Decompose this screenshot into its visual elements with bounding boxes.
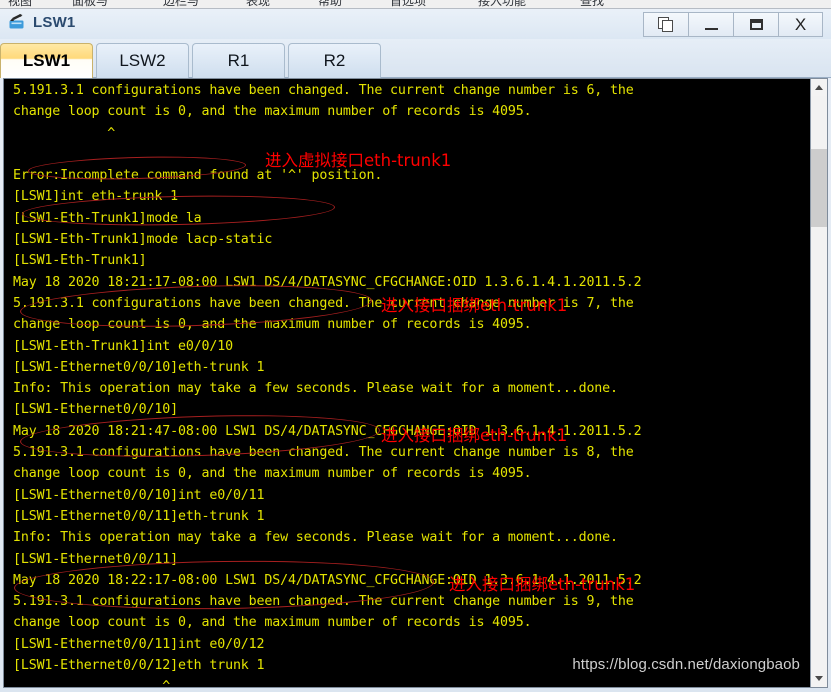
terminal-line: 5.191.3.1 configurations have been chang… (13, 594, 634, 610)
copy-window-button[interactable] (643, 12, 688, 37)
tab-label: R2 (323, 51, 346, 70)
terminal-line: change loop count is 0, and the maximum … (13, 466, 532, 482)
chevron-down-icon (815, 676, 823, 681)
terminal-line: May 18 2020 18:22:17-08:00 LSW1 DS/4/DAT… (13, 572, 642, 588)
terminal-line: ^ (13, 125, 116, 141)
tab-r2[interactable]: R2 (288, 43, 381, 78)
terminal-line: change loop count is 0, and the maximum … (13, 104, 532, 120)
chevron-up-icon (815, 85, 823, 90)
window-title: LSW1 (33, 13, 76, 31)
terminal-line: change loop count is 0, and the maximum … (13, 317, 532, 333)
tab-lsw2[interactable]: LSW2 (96, 43, 189, 78)
terminal-line: ^ (13, 679, 171, 687)
terminal-line: Error:Incomplete command found at '^' po… (13, 168, 383, 184)
parent-menu-item-2[interactable]: 边栏与 (163, 0, 199, 8)
parent-menu-item-7[interactable]: 查找 (580, 0, 604, 8)
tab-label: LSW1 (22, 51, 71, 70)
terminal-line: [LSW1-Ethernet0/0/11]int e0/0/12 (13, 636, 265, 652)
terminal-line: [LSW1-Eth-Trunk1]int e0/0/10 (13, 338, 233, 354)
switch-icon (7, 12, 27, 32)
terminal-line: [LSW1]int eth-trunk 1 (13, 189, 178, 205)
window-titlebar[interactable]: LSW1 X (0, 9, 831, 39)
tab-list: LSW1 LSW2 R1 R2 (0, 43, 381, 78)
copy-window-icon (658, 17, 674, 32)
parent-menu-item-0[interactable]: 视图 (8, 0, 32, 8)
parent-menu-item-6[interactable]: 接入功能 (478, 0, 526, 8)
maximize-button[interactable] (733, 12, 778, 37)
close-icon: X (794, 15, 807, 34)
parent-menubar: 视图 面板与 边栏与 表现 帮助 首选项 接入功能 查找 (0, 0, 831, 9)
tabstrip: LSW1 LSW2 R1 R2 (0, 39, 831, 78)
tab-label: R1 (227, 51, 250, 70)
terminal-frame: 5.191.3.1 configurations have been chang… (3, 78, 828, 688)
scroll-up-button[interactable] (811, 79, 827, 96)
terminal-line: 5.191.3.1 configurations have been chang… (13, 445, 634, 461)
terminal-line: May 18 2020 18:21:47-08:00 LSW1 DS/4/DAT… (13, 423, 642, 439)
terminal-line: [LSW1-Eth-Trunk1]mode la (13, 210, 202, 226)
terminal-line: Info: This operation may take a few seco… (13, 530, 618, 546)
window-bottom-edge (0, 688, 831, 692)
terminal-viewport[interactable]: 5.191.3.1 configurations have been chang… (4, 79, 810, 687)
maximize-icon (749, 19, 763, 30)
minimize-button[interactable] (688, 12, 733, 37)
parent-menu-item-5[interactable]: 首选项 (390, 0, 426, 8)
terminal-line: [LSW1-Ethernet0/0/11] (13, 551, 178, 567)
emulator-window: 视图 面板与 边栏与 表现 帮助 首选项 接入功能 查找 LSW1 X LSW1… (0, 0, 831, 692)
scrollbar-thumb[interactable] (811, 149, 827, 227)
parent-menu-item-3[interactable]: 表现 (246, 0, 270, 8)
terminal-output: 5.191.3.1 configurations have been chang… (13, 80, 810, 687)
tab-r1[interactable]: R1 (192, 43, 285, 78)
terminal-line: Info: This operation may take a few seco… (13, 381, 618, 397)
title-group: LSW1 (7, 12, 75, 32)
terminal-line: [LSW1-Eth-Trunk1]mode lacp-static (13, 232, 273, 248)
terminal-line: [LSW1-Ethernet0/0/10]eth-trunk 1 (13, 359, 265, 375)
watermark: https://blog.csdn.net/daxiongbaob (572, 656, 800, 673)
scroll-down-button[interactable] (811, 670, 827, 687)
tab-lsw1[interactable]: LSW1 (0, 43, 93, 78)
tab-label: LSW2 (119, 51, 166, 70)
terminal-line: May 18 2020 18:21:17-08:00 LSW1 DS/4/DAT… (13, 274, 642, 290)
parent-menu-item-1[interactable]: 面板与 (72, 0, 108, 8)
terminal-line: [LSW1-Ethernet0/0/10]int e0/0/11 (13, 487, 265, 503)
parent-menu-item-4[interactable]: 帮助 (318, 0, 342, 8)
terminal-scrollbar[interactable] (810, 79, 827, 687)
minimize-icon (704, 27, 718, 30)
terminal-line: change loop count is 0, and the maximum … (13, 615, 532, 631)
terminal-line: 5.191.3.1 configurations have been chang… (13, 83, 634, 98)
terminal-line: [LSW1-Eth-Trunk1] (13, 253, 147, 269)
window-controls: X (643, 12, 823, 37)
terminal-line: 5.191.3.1 configurations have been chang… (13, 295, 634, 311)
close-button[interactable]: X (778, 12, 823, 37)
terminal-line: [LSW1-Ethernet0/0/11]eth-trunk 1 (13, 508, 265, 524)
terminal-line: [LSW1-Ethernet0/0/10] (13, 402, 178, 418)
